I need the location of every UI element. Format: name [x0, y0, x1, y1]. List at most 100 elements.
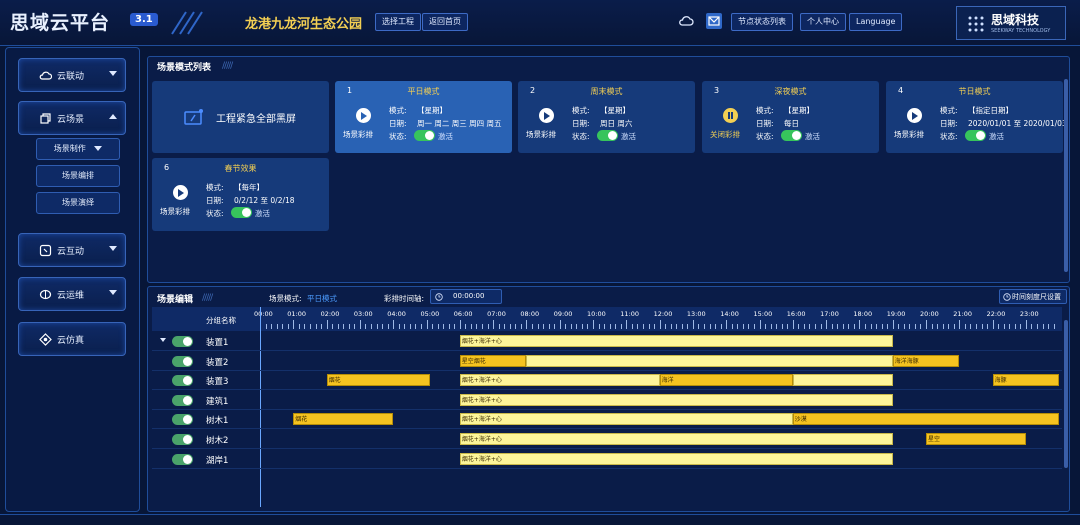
timeline-row[interactable]: 装置1 烟花+海洋+心	[152, 332, 1062, 351]
status-toggle[interactable]	[231, 207, 252, 218]
timeline-row[interactable]: 树木1 烟花 烟花+海洋+心 沙漠	[152, 410, 1062, 430]
status-value: 激活	[255, 209, 270, 218]
status-toggle[interactable]	[414, 130, 435, 141]
timeline-segment[interactable]	[526, 354, 893, 367]
ruler-tick	[398, 324, 400, 329]
ruler-tick	[276, 324, 278, 329]
timeline-segment[interactable]: 烟花	[326, 374, 430, 387]
timeline-row[interactable]: 装置2 星空烟花 海洋海豚	[152, 352, 1062, 371]
stop-rehearse-button[interactable]: 关闭彩排	[710, 129, 740, 140]
timeline-row[interactable]: 装置3 烟花 烟花+海洋+心 海洋 海豚	[152, 371, 1062, 391]
node-status-button[interactable]: 节点状态列表	[731, 13, 793, 31]
vertical-scrollbar[interactable]	[1064, 320, 1068, 468]
status-toggle[interactable]	[965, 130, 986, 141]
cards-scrollbar[interactable]	[1064, 79, 1068, 272]
play-icon[interactable]	[173, 185, 188, 200]
row-toggle[interactable]	[172, 355, 193, 367]
status-toggle[interactable]	[597, 130, 618, 141]
timeline-segment[interactable]: 星空烟花	[459, 354, 527, 367]
mode-value: 【指定日期】	[968, 106, 1013, 115]
scene-card-weekday[interactable]: 1 平日模式 场景彩排 模式: 【星期】 日期: 周一 周二 周三 周四 周五 …	[335, 81, 512, 153]
timeline-segment[interactable]: 沙漠	[792, 413, 1060, 426]
chevron-down-icon[interactable]	[160, 338, 166, 342]
row-toggle[interactable]	[172, 336, 193, 347]
cloud-icon[interactable]	[678, 13, 694, 29]
ruler-tick	[737, 324, 739, 329]
subnav-scene-arrange[interactable]: 场景编排	[36, 165, 120, 187]
nav-cloud-interact[interactable]: 云互动	[18, 233, 126, 267]
row-toggle[interactable]	[172, 414, 193, 426]
row-toggle[interactable]	[172, 453, 193, 465]
ruler-tick	[1042, 324, 1044, 329]
status-toggle[interactable]	[781, 130, 802, 141]
row-toggle[interactable]	[172, 375, 193, 387]
timeline-segment[interactable]: 海洋	[659, 374, 793, 387]
time-field[interactable]: 00:00:00	[430, 289, 502, 304]
ruler-tick	[271, 324, 273, 329]
hour-tick-label: 20:00	[920, 310, 939, 318]
ruler-tick	[815, 324, 816, 329]
timeline-segment[interactable]: 烟花+海洋+心	[459, 335, 893, 347]
nav-cloud-scene[interactable]: 云场景	[18, 101, 126, 135]
timeline-segment[interactable]: 烟花+海洋+心	[459, 452, 893, 465]
pause-icon[interactable]	[723, 108, 738, 123]
ruler-tick	[1048, 324, 1050, 329]
scene-card-weekend[interactable]: 2 周末模式 场景彩排 模式: 【星期】 日期: 周日 周六 状态: 激活	[518, 81, 695, 153]
nav-cloud-sim[interactable]: 云仿真	[18, 322, 126, 356]
user-center-button[interactable]: 个人中心	[800, 13, 846, 31]
ruler-tick	[665, 324, 667, 329]
rehearse-button[interactable]: 场景彩排	[526, 129, 556, 140]
scene-card-holiday[interactable]: 4 节日模式 场景彩排 模式: 【指定日期】 日期: 2020/01/01 至 …	[886, 81, 1067, 153]
ruler-tick	[448, 324, 450, 329]
emergency-label: 工程紧急全部黑屏	[216, 114, 296, 125]
ruler-tick	[354, 324, 356, 329]
select-project-button[interactable]: 选择工程	[375, 13, 421, 31]
timeline-segment[interactable]: 烟花+海洋+心	[459, 413, 793, 426]
mode-value: 【每年】	[234, 183, 264, 192]
nav-label: 云场景	[57, 115, 85, 125]
ruler-tick	[681, 324, 683, 329]
ruler-tick	[587, 324, 589, 329]
timeline-segment[interactable]: 烟花	[293, 413, 394, 426]
back-home-button[interactable]: 返回首页	[422, 13, 468, 31]
timeline-segment[interactable]: 烟花+海洋+心	[459, 433, 893, 445]
rehearse-button[interactable]: 场景彩排	[160, 206, 190, 217]
row-label: 装置2	[206, 357, 229, 368]
ruler-tick	[809, 324, 811, 329]
ruler-tick	[948, 324, 950, 329]
timeline-row[interactable]: 建筑1 烟花+海洋+心	[152, 391, 1062, 410]
scene-card-spring-festival[interactable]: 6 春节效果 场景彩排 模式: 【每年】 日期: 0/2/12 至 0/2/18…	[152, 158, 329, 231]
mode-value: 【星期】	[600, 106, 630, 115]
emergency-blackout-card[interactable]: 工程紧急全部黑屏	[152, 81, 329, 153]
mail-icon[interactable]	[706, 13, 722, 29]
subnav-scene-perform[interactable]: 场景演绎	[36, 192, 120, 214]
timeline-segment[interactable]: 海豚	[992, 374, 1060, 387]
ruler-tick	[387, 324, 389, 329]
ruler-tick	[864, 324, 866, 329]
time-scale-button[interactable]: 时间刻度尺设置	[999, 289, 1067, 304]
timeline-row[interactable]: 湖岸1 烟花+海洋+心	[152, 450, 1062, 469]
nav-cloud-ops[interactable]: 云运维	[18, 277, 126, 311]
row-toggle[interactable]	[172, 394, 193, 406]
play-icon[interactable]	[539, 108, 554, 123]
timeline-segment[interactable]: 星空	[926, 433, 1026, 445]
timeline-segment[interactable]: 海洋海豚	[892, 354, 960, 367]
rehearse-button[interactable]: 场景彩排	[894, 129, 924, 140]
rehearse-button[interactable]: 场景彩排	[343, 129, 373, 140]
hour-tick-label: 23:00	[1019, 310, 1039, 318]
language-button[interactable]: Language	[849, 13, 903, 31]
timeline-segment[interactable]: 烟花+海洋+心	[459, 374, 660, 387]
chevron-down-icon	[109, 290, 117, 295]
timeline-row[interactable]: 树木2 烟花+海洋+心 星空	[152, 430, 1062, 449]
hour-tick-label: 17:00	[820, 310, 839, 318]
play-icon[interactable]	[356, 108, 371, 123]
play-icon[interactable]	[907, 108, 922, 123]
subnav-scene-make[interactable]: 场景制作	[36, 138, 120, 160]
timeline-segment[interactable]: 烟花+海洋+心	[459, 393, 893, 406]
nav-cloud-link[interactable]: 云联动	[18, 58, 126, 92]
timeline-segment[interactable]	[792, 374, 893, 387]
card-name: 深夜模式	[774, 87, 807, 96]
chevron-down-icon	[109, 71, 117, 76]
scene-card-night[interactable]: 3 深夜模式 关闭彩排 模式: 【星期】 日期: 每日 状态: 激活	[702, 81, 879, 153]
row-toggle[interactable]	[172, 434, 193, 445]
